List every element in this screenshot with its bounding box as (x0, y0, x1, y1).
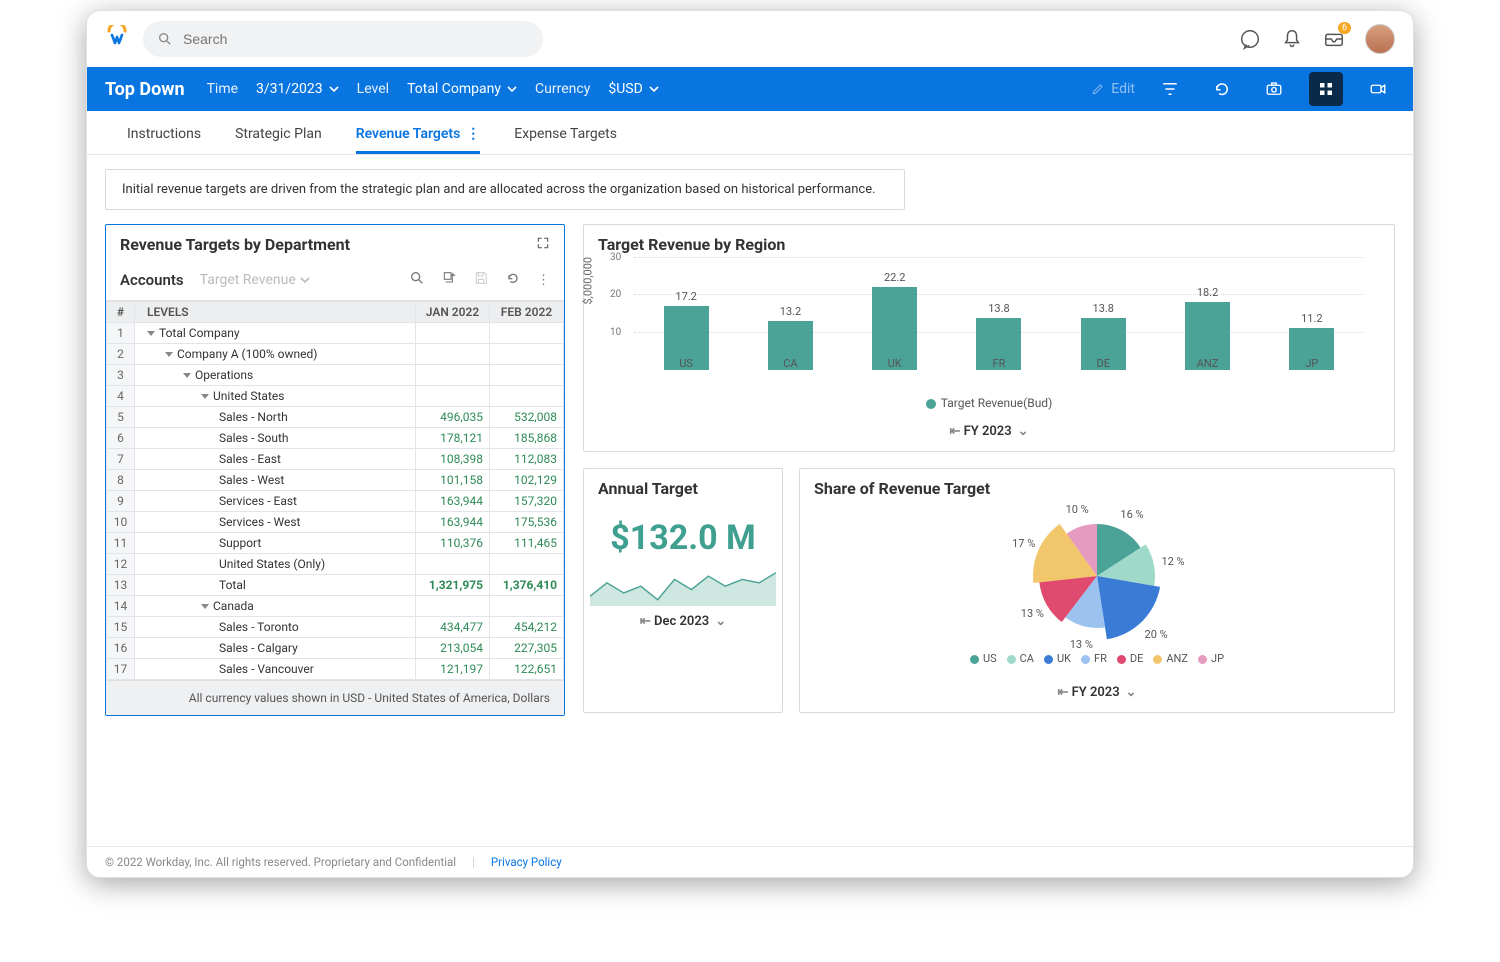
bar-JP: 11.2JP (1281, 312, 1343, 370)
region-chart-title: Target Revenue by Region (584, 225, 1394, 258)
annual-period-picker[interactable]: ⇤ Dec 2023⌄ (584, 606, 782, 641)
tab-revenue-targets[interactable]: Revenue Targets⋮ (356, 126, 481, 154)
time-picker[interactable]: 3/31/2023 (256, 81, 339, 97)
annual-value: $132.0 M (584, 502, 782, 566)
table-row[interactable]: 6Sales - South178,121185,868 (107, 428, 564, 449)
col-levels: LEVELS (135, 302, 416, 323)
search-icon (157, 31, 173, 47)
table-row[interactable]: 7Sales - East108,398112,083 (107, 449, 564, 470)
region-period-picker[interactable]: ⇤ FY 2023⌄ (584, 416, 1394, 451)
table-row[interactable]: 5Sales - North496,035532,008 (107, 407, 564, 428)
level-picker[interactable]: Total Company (407, 81, 517, 97)
grid-footnote: All currency values shown in USD - Unite… (106, 680, 564, 715)
search-box[interactable] (143, 21, 543, 57)
info-banner: Initial revenue targets are driven from … (105, 169, 905, 210)
panel-title: Revenue Targets by Department (120, 235, 350, 254)
time-label: Time (207, 81, 238, 97)
avatar[interactable] (1365, 24, 1395, 54)
refresh-button[interactable] (1205, 72, 1239, 106)
level-label: Level (357, 81, 389, 97)
table-row[interactable]: 2Company A (100% owned) (107, 344, 564, 365)
currency-picker[interactable]: $USD (608, 81, 658, 97)
table-row[interactable]: 3Operations (107, 365, 564, 386)
chart-ylabel: $,000,000 (582, 257, 595, 305)
chart-legend: Target Revenue(Bud) (584, 394, 1394, 416)
col-num: # (107, 302, 135, 323)
bar-DE: 13.8DE (1072, 302, 1134, 370)
bar-ANZ: 18.2ANZ (1177, 286, 1239, 370)
tab-strategic-plan[interactable]: Strategic Plan (235, 126, 322, 154)
table-row[interactable]: 16Sales - Calgary213,054227,305 (107, 638, 564, 659)
share-period-picker[interactable]: ⇤ FY 2023⌄ (800, 677, 1394, 712)
table-row[interactable]: 13Total1,321,9751,376,410 (107, 575, 564, 596)
page-title: Top Down (105, 79, 185, 100)
bar-CA: 13.2CA (759, 305, 821, 370)
region-bar-chart: $,000,000 102030 17.2US13.2CA22.2UK13.8F… (634, 258, 1364, 388)
chat-icon[interactable] (1239, 28, 1261, 50)
table-row[interactable]: 1Total Company (107, 323, 564, 344)
table-row[interactable]: 11Support110,376111,465 (107, 533, 564, 554)
col-jan: JAN 2022 (416, 302, 490, 323)
expand-icon[interactable] (536, 235, 550, 254)
privacy-link[interactable]: Privacy Policy (491, 855, 562, 869)
accounts-label: Accounts (120, 271, 184, 289)
save-icon[interactable] (473, 270, 489, 290)
app-logo[interactable] (105, 25, 129, 53)
import-icon[interactable] (441, 270, 457, 290)
footer-copyright: © 2022 Workday, Inc. All rights reserved… (105, 855, 456, 869)
table-row[interactable]: 12United States (Only) (107, 554, 564, 575)
tab-expense-targets[interactable]: Expense Targets (514, 126, 617, 154)
table-row[interactable]: 17Sales - Vancouver121,197122,651 (107, 659, 564, 680)
bar-FR: 13.8FR (968, 302, 1030, 370)
table-row[interactable]: 4United States (107, 386, 564, 407)
search-input[interactable] (183, 31, 529, 47)
camera-button[interactable] (1257, 72, 1291, 106)
grid-view-button[interactable] (1309, 72, 1343, 106)
share-panel: Share of Revenue Target 16 %12 %20 %13 %… (799, 468, 1395, 713)
region-chart-panel: Target Revenue by Region $,000,000 10203… (583, 224, 1395, 452)
bell-icon[interactable] (1281, 28, 1303, 50)
share-pie-chart: 16 %12 %20 %13 %13 %17 %10 % (1027, 506, 1167, 646)
annual-title: Annual Target (584, 469, 782, 502)
filter-button[interactable] (1153, 72, 1187, 106)
grid-search-icon[interactable] (409, 270, 425, 290)
table-row[interactable]: 10Services - West163,944175,536 (107, 512, 564, 533)
revenue-targets-panel: Revenue Targets by Department Accounts T… (105, 224, 565, 716)
data-grid[interactable]: # LEVELS JAN 2022 FEB 2022 1Total Compan… (106, 301, 564, 680)
annual-target-panel: Annual Target $132.0 M ⇤ Dec 2023⌄ (583, 468, 783, 713)
reload-icon[interactable] (505, 270, 521, 290)
table-row[interactable]: 8Sales - West101,158102,129 (107, 470, 564, 491)
col-feb: FEB 2022 (490, 302, 564, 323)
tab-more-icon[interactable]: ⋮ (466, 126, 480, 142)
tab-instructions[interactable]: Instructions (127, 126, 201, 154)
grid-more-icon[interactable]: ⋮ (537, 273, 550, 288)
pie-legend: USCAUKFRDEANZJP (966, 646, 1228, 671)
edit-button[interactable]: Edit (1091, 81, 1135, 97)
currency-label: Currency (535, 81, 590, 97)
bar-UK: 22.2UK (864, 271, 926, 370)
table-row[interactable]: 14Canada (107, 596, 564, 617)
video-button[interactable] (1361, 72, 1395, 106)
table-row[interactable]: 9Services - East163,944157,320 (107, 491, 564, 512)
inbox-icon[interactable]: 6 (1323, 28, 1345, 50)
inbox-badge: 6 (1338, 22, 1351, 34)
table-row[interactable]: 15Sales - Toronto434,477454,212 (107, 617, 564, 638)
share-title: Share of Revenue Target (800, 469, 1394, 502)
account-selector[interactable]: Target Revenue (200, 272, 310, 288)
bar-US: 17.2US (655, 290, 717, 370)
annual-sparkline (590, 570, 776, 606)
